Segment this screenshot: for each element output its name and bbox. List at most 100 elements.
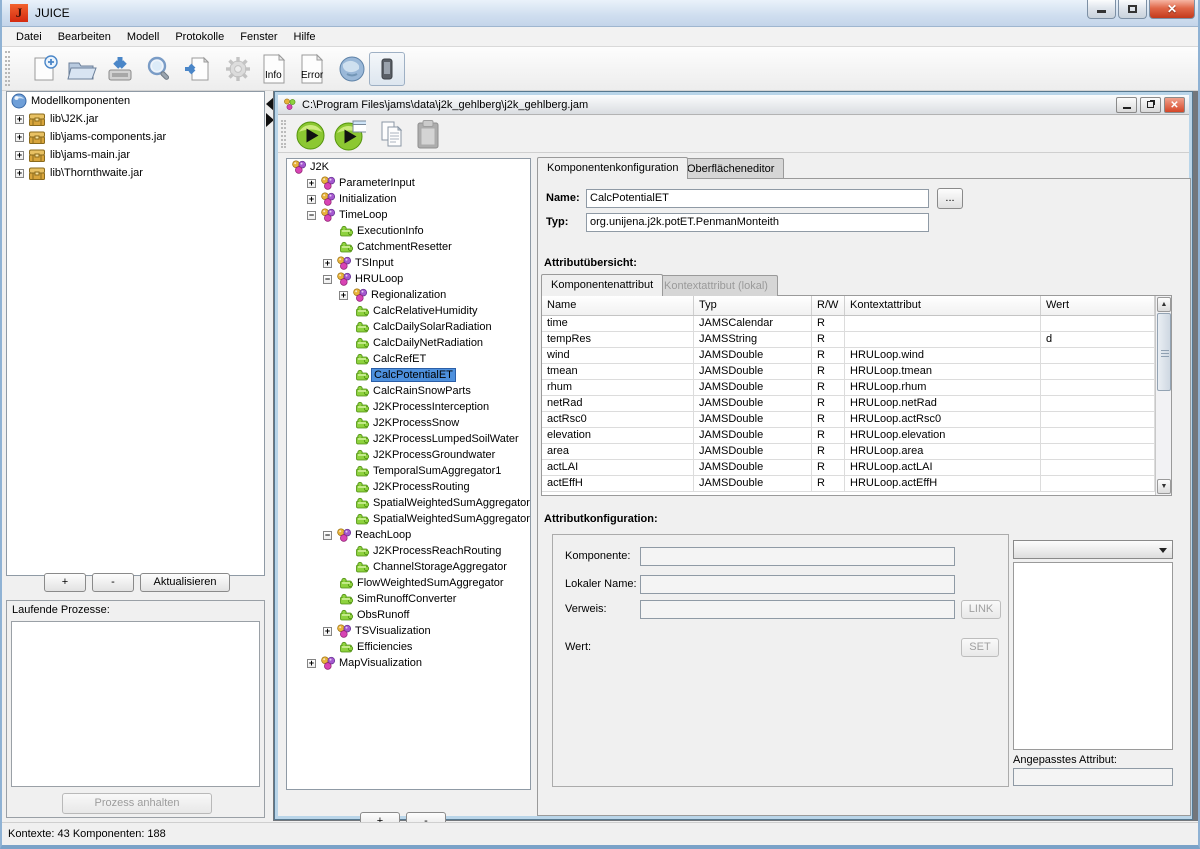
tab-oberflaecheneditor[interactable]: Oberflächeneditor xyxy=(677,158,784,179)
cell[interactable]: HRULoop.actRsc0 xyxy=(845,412,1041,428)
cell[interactable]: HRULoop.netRad xyxy=(845,396,1041,412)
cell[interactable]: rhum xyxy=(542,380,694,396)
tree-item-temporalsumaggregator1[interactable]: TemporalSumAggregator1 xyxy=(287,463,530,479)
attribute-row-actLAI[interactable]: actLAIJAMSDoubleRHRULoop.actLAI xyxy=(542,460,1171,476)
scroll-up-icon[interactable]: ▲ xyxy=(1157,297,1171,312)
column-header-kontextattribut[interactable]: Kontextattribut xyxy=(845,296,1041,315)
cell[interactable]: HRULoop.elevation xyxy=(845,428,1041,444)
info-log-icon[interactable]: Info xyxy=(256,52,292,86)
library-remove-button[interactable]: - xyxy=(92,573,134,592)
menu-fenster[interactable]: Fenster xyxy=(232,29,285,45)
cell[interactable] xyxy=(1041,316,1155,332)
cell[interactable] xyxy=(1041,380,1155,396)
tree-item-calcdailysolarradiation[interactable]: CalcDailySolarRadiation xyxy=(287,319,530,335)
tree-item-efficiencies[interactable]: Efficiencies xyxy=(287,639,530,655)
cell[interactable]: tmean xyxy=(542,364,694,380)
menu-datei[interactable]: Datei xyxy=(8,29,50,45)
tree-item-flowweightedsumaggregator[interactable]: FlowWeightedSumAggregator xyxy=(287,575,530,591)
cell[interactable]: JAMSDouble xyxy=(694,412,812,428)
expand-icon[interactable]: + xyxy=(15,151,24,160)
attribute-row-tmean[interactable]: tmeanJAMSDoubleRHRULoop.tmean xyxy=(542,364,1171,380)
search-icon[interactable] xyxy=(141,52,177,86)
column-header-rw[interactable]: R/W xyxy=(812,296,845,315)
open-model-icon[interactable] xyxy=(64,52,100,86)
expand-icon[interactable]: + xyxy=(307,659,316,668)
cell[interactable] xyxy=(1041,444,1155,460)
expand-icon[interactable]: + xyxy=(323,259,332,268)
cell[interactable] xyxy=(845,332,1041,348)
column-header-typ[interactable]: Typ xyxy=(694,296,812,315)
cell[interactable]: R xyxy=(812,476,845,492)
attribute-row-wind[interactable]: windJAMSDoubleRHRULoop.wind xyxy=(542,348,1171,364)
toolbar-drag-handle[interactable] xyxy=(281,120,286,148)
library-add-button[interactable]: + xyxy=(44,573,86,592)
cell[interactable]: R xyxy=(812,316,845,332)
column-header-wert[interactable]: Wert xyxy=(1041,296,1155,315)
model-close-button[interactable]: ✕ xyxy=(1164,97,1185,113)
tree-item-initialization[interactable]: +Initialization xyxy=(287,191,530,207)
tree-item-j2kprocessinterception[interactable]: J2KProcessInterception xyxy=(287,399,530,415)
cell[interactable]: HRULoop.area xyxy=(845,444,1041,460)
cell[interactable]: JAMSDouble xyxy=(694,364,812,380)
cell[interactable]: JAMSDouble xyxy=(694,380,812,396)
tree-item-j2kprocessgroundwater[interactable]: J2KProcessGroundwater xyxy=(287,447,530,463)
scroll-down-icon[interactable]: ▼ xyxy=(1157,479,1171,494)
expand-icon[interactable]: + xyxy=(15,133,24,142)
attribute-row-tempRes[interactable]: tempResJAMSStringRd xyxy=(542,332,1171,348)
tree-item-tsinput[interactable]: +TSInput xyxy=(287,255,530,271)
tree-item-calcrelativehumidity[interactable]: CalcRelativeHumidity xyxy=(287,303,530,319)
minimize-button[interactable] xyxy=(1087,0,1116,19)
tree-item-lib-jams-components-jar[interactable]: +lib\jams-components.jar xyxy=(7,128,264,146)
cell[interactable]: HRULoop.actLAI xyxy=(845,460,1041,476)
attribute-row-rhum[interactable]: rhumJAMSDoubleRHRULoop.rhum xyxy=(542,380,1171,396)
close-button[interactable]: ✕ xyxy=(1149,0,1195,19)
expand-icon[interactable]: + xyxy=(15,115,24,124)
tree-item-calcpotentialet[interactable]: CalcPotentialET xyxy=(287,367,530,383)
cell[interactable]: HRULoop.rhum xyxy=(845,380,1041,396)
cell[interactable]: wind xyxy=(542,348,694,364)
menu-modell[interactable]: Modell xyxy=(119,29,167,45)
tree-item-j2kprocessreachrouting[interactable]: J2KProcessReachRouting xyxy=(287,543,530,559)
expand-icon[interactable]: + xyxy=(339,291,348,300)
attribute-row-netRad[interactable]: netRadJAMSDoubleRHRULoop.netRad xyxy=(542,396,1171,412)
device-icon[interactable] xyxy=(369,52,405,86)
cell[interactable] xyxy=(845,316,1041,332)
running-processes-list[interactable] xyxy=(11,621,260,787)
export-model-icon[interactable] xyxy=(179,52,215,86)
cell[interactable]: R xyxy=(812,332,845,348)
cell[interactable] xyxy=(1041,348,1155,364)
cell[interactable]: JAMSCalendar xyxy=(694,316,812,332)
tree-item-calcrainsnowparts[interactable]: CalcRainSnowParts xyxy=(287,383,530,399)
tree-item-j2kprocesssnow[interactable]: J2KProcessSnow xyxy=(287,415,530,431)
cell[interactable]: JAMSDouble xyxy=(694,348,812,364)
attribute-row-time[interactable]: timeJAMSCalendarR xyxy=(542,316,1171,332)
menu-protokolle[interactable]: Protokolle xyxy=(167,29,232,45)
web-globe-icon[interactable] xyxy=(334,52,370,86)
attribute-row-actRsc0[interactable]: actRsc0JAMSDoubleRHRULoop.actRsc0 xyxy=(542,412,1171,428)
tree-item-catchmentresetter[interactable]: CatchmentResetter xyxy=(287,239,530,255)
cell[interactable]: JAMSString xyxy=(694,332,812,348)
attribute-row-area[interactable]: areaJAMSDoubleRHRULoop.area xyxy=(542,444,1171,460)
tree-item-reachloop[interactable]: −ReachLoop xyxy=(287,527,530,543)
cell[interactable]: actEffH xyxy=(542,476,694,492)
attribute-listbox[interactable] xyxy=(1013,562,1173,750)
expand-icon[interactable]: + xyxy=(15,169,24,178)
cell[interactable]: R xyxy=(812,412,845,428)
cell[interactable]: R xyxy=(812,428,845,444)
cell[interactable]: R xyxy=(812,460,845,476)
cell[interactable]: R xyxy=(812,444,845,460)
tree-item-modellkomponenten[interactable]: Modellkomponenten xyxy=(7,92,264,110)
cell[interactable]: d xyxy=(1041,332,1155,348)
cell[interactable]: JAMSDouble xyxy=(694,444,812,460)
tree-item-j2kprocessrouting[interactable]: J2KProcessRouting xyxy=(287,479,530,495)
run-model-gui-icon[interactable] xyxy=(334,119,366,151)
cell[interactable]: time xyxy=(542,316,694,332)
name-field[interactable]: CalcPotentialET xyxy=(586,189,929,208)
library-refresh-button[interactable]: Aktualisieren xyxy=(140,573,230,592)
save-model-icon[interactable] xyxy=(102,52,138,86)
cell[interactable]: elevation xyxy=(542,428,694,444)
cell[interactable]: tempRes xyxy=(542,332,694,348)
expand-icon[interactable]: + xyxy=(307,179,316,188)
cell[interactable] xyxy=(1041,476,1155,492)
tree-item-lib-jams-main-jar[interactable]: +lib\jams-main.jar xyxy=(7,146,264,164)
